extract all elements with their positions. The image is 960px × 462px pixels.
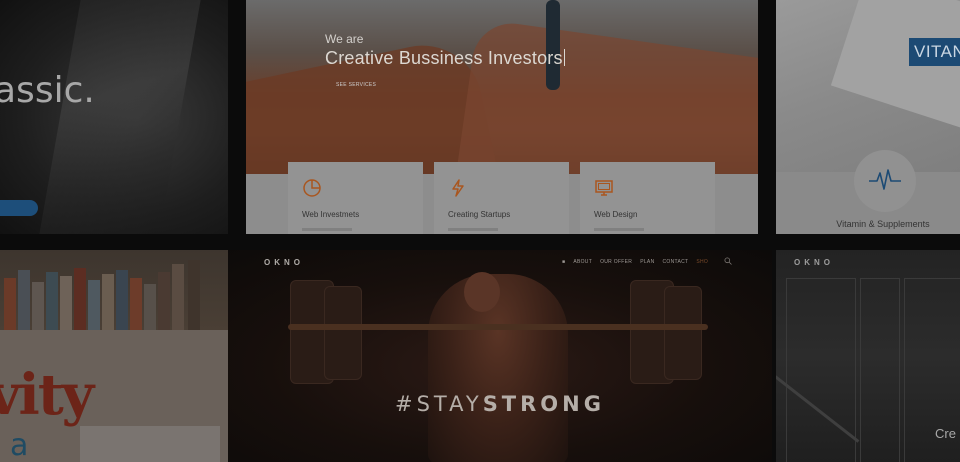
service-subtext <box>448 228 498 231</box>
athlete-figure <box>428 274 568 462</box>
book <box>102 274 114 330</box>
hero-word: vity <box>0 362 94 428</box>
nav-item-plan: PLAN <box>640 259 655 265</box>
book <box>88 280 100 330</box>
template-preview-okno-city[interactable]: OKNO Cre <box>776 250 960 462</box>
hero-tag: VITAN <box>909 38 960 66</box>
background-photo <box>39 0 201 234</box>
book <box>32 282 44 330</box>
book <box>116 270 128 330</box>
template-preview-creativity[interactable]: vity a <box>0 250 228 462</box>
template-preview-investors[interactable]: We are Creative Bussiness Investors SEE … <box>246 0 758 234</box>
see-services-link: SEE SERVICES <box>336 82 377 88</box>
template-preview-classic[interactable]: assic. <box>0 0 228 234</box>
paper-sheet <box>80 426 220 462</box>
nav-item-shop: SHO <box>696 259 709 265</box>
hero-hashtag: #STAYSTRONG <box>395 392 605 416</box>
hero-title: Creative Bussiness Investors <box>325 48 565 68</box>
feature-circle <box>854 150 916 212</box>
book <box>18 270 30 330</box>
nav-item-about: ABOUT <box>573 259 593 265</box>
site-logo: OKNO <box>264 258 304 267</box>
book <box>130 278 142 330</box>
template-preview-okno-fitness[interactable]: OKNO ■ ABOUT OUR OFFER PLAN CONTACT SHO … <box>228 250 772 462</box>
template-preview-vitamin[interactable]: VITAN Vitamin & Supplements <box>776 0 960 234</box>
home-icon: ■ <box>562 259 566 265</box>
service-subtext <box>302 228 352 231</box>
site-logo: OKNO <box>794 258 834 267</box>
barbell <box>288 324 708 330</box>
hero-photo <box>246 0 758 226</box>
weight-plate <box>324 286 362 380</box>
window-frame <box>860 278 900 462</box>
service-label: Web Investmets <box>302 210 360 219</box>
top-nav: ■ ABOUT OUR OFFER PLAN CONTACT SHO <box>562 259 708 265</box>
book <box>4 278 16 330</box>
lightning-icon <box>452 179 464 197</box>
service-card: Web Investmets <box>288 162 423 234</box>
service-card: Web Design <box>580 162 715 234</box>
book <box>60 276 72 330</box>
bookshelf <box>0 250 228 330</box>
book <box>158 272 170 330</box>
service-label: Web Design <box>594 210 638 219</box>
book <box>74 268 86 330</box>
service-card: Creating Startups <box>434 162 569 234</box>
hero-button <box>0 200 38 216</box>
hero-text: Cre <box>935 426 956 441</box>
service-label: Creating Startups <box>448 210 511 219</box>
text-cursor <box>563 49 565 66</box>
monitor-icon <box>595 180 613 196</box>
book <box>144 284 156 330</box>
hero-pretitle: We are <box>325 32 364 46</box>
weight-plate <box>664 286 702 380</box>
athlete-head <box>464 272 500 312</box>
logo-glyph: a <box>10 428 29 462</box>
window-frame <box>786 278 856 462</box>
hero-headline: assic. <box>0 70 95 111</box>
book <box>46 272 58 330</box>
book <box>188 260 200 330</box>
person-figure <box>546 0 560 90</box>
service-subtext <box>594 228 644 231</box>
hero-photo <box>776 0 960 172</box>
feature-label: Vitamin & Supplements <box>836 219 930 229</box>
book <box>172 264 184 330</box>
heartbeat-icon <box>869 169 901 190</box>
pie-chart-icon <box>303 179 321 197</box>
search-icon <box>724 257 732 265</box>
nav-item-offer: OUR OFFER <box>600 259 633 265</box>
nav-item-contact: CONTACT <box>662 259 689 265</box>
